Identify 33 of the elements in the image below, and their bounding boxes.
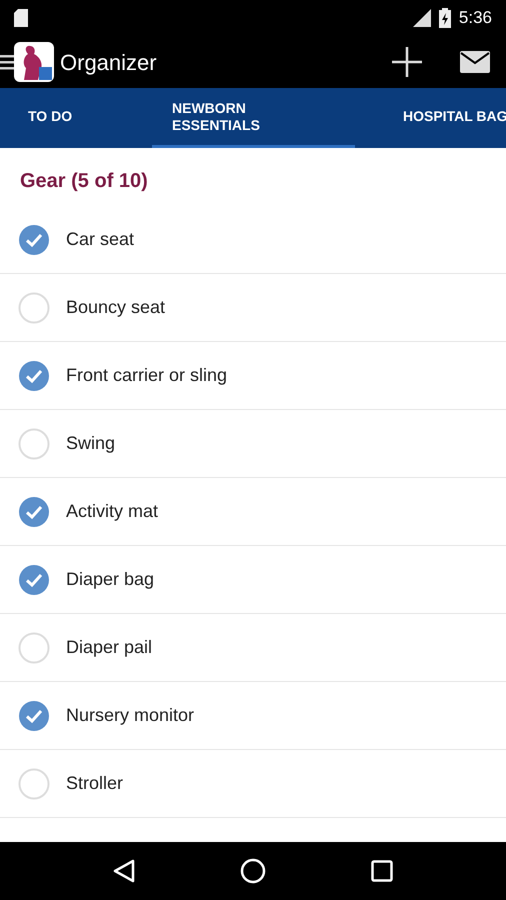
signal-icon <box>410 9 431 27</box>
recents-icon[interactable] <box>371 860 394 882</box>
item-label: Front carrier or sling <box>66 364 228 387</box>
app-logo-icon <box>14 42 54 82</box>
tab[interactable]: NEWBORN ESSENTIALS <box>152 88 355 148</box>
tab[interactable]: TO DO <box>0 88 152 148</box>
checkbox[interactable] <box>18 428 50 460</box>
menu-icon[interactable] <box>0 52 14 72</box>
back-icon[interactable] <box>112 859 135 883</box>
item-label: Car seat <box>66 228 134 251</box>
item-label: Bouncy seat <box>66 296 166 319</box>
battery-icon <box>438 8 451 28</box>
checkbox[interactable] <box>18 564 50 596</box>
home-icon[interactable] <box>240 858 266 884</box>
item-label: Stroller <box>66 772 124 795</box>
mail-icon[interactable] <box>460 51 490 73</box>
checkbox[interactable] <box>18 496 50 528</box>
checkbox[interactable] <box>18 292 50 324</box>
checkbox[interactable] <box>18 360 50 392</box>
checkbox[interactable] <box>18 224 50 256</box>
item-label: Diaper pail <box>66 636 152 659</box>
clock: 5:36 <box>458 7 492 30</box>
item-label: Nursery monitor <box>66 704 194 727</box>
checkbox[interactable] <box>18 632 50 664</box>
item-label: Swing <box>66 432 116 455</box>
app-title: Organizer <box>60 48 157 77</box>
checkbox[interactable] <box>18 768 50 800</box>
item-label: Activity mat <box>66 500 158 523</box>
item-label: Diaper bag <box>66 568 154 591</box>
sd-card-icon <box>14 9 28 27</box>
section-heading: Gear (5 of 10) <box>19 169 149 194</box>
checkbox[interactable] <box>18 700 50 732</box>
add-icon[interactable] <box>392 47 422 77</box>
